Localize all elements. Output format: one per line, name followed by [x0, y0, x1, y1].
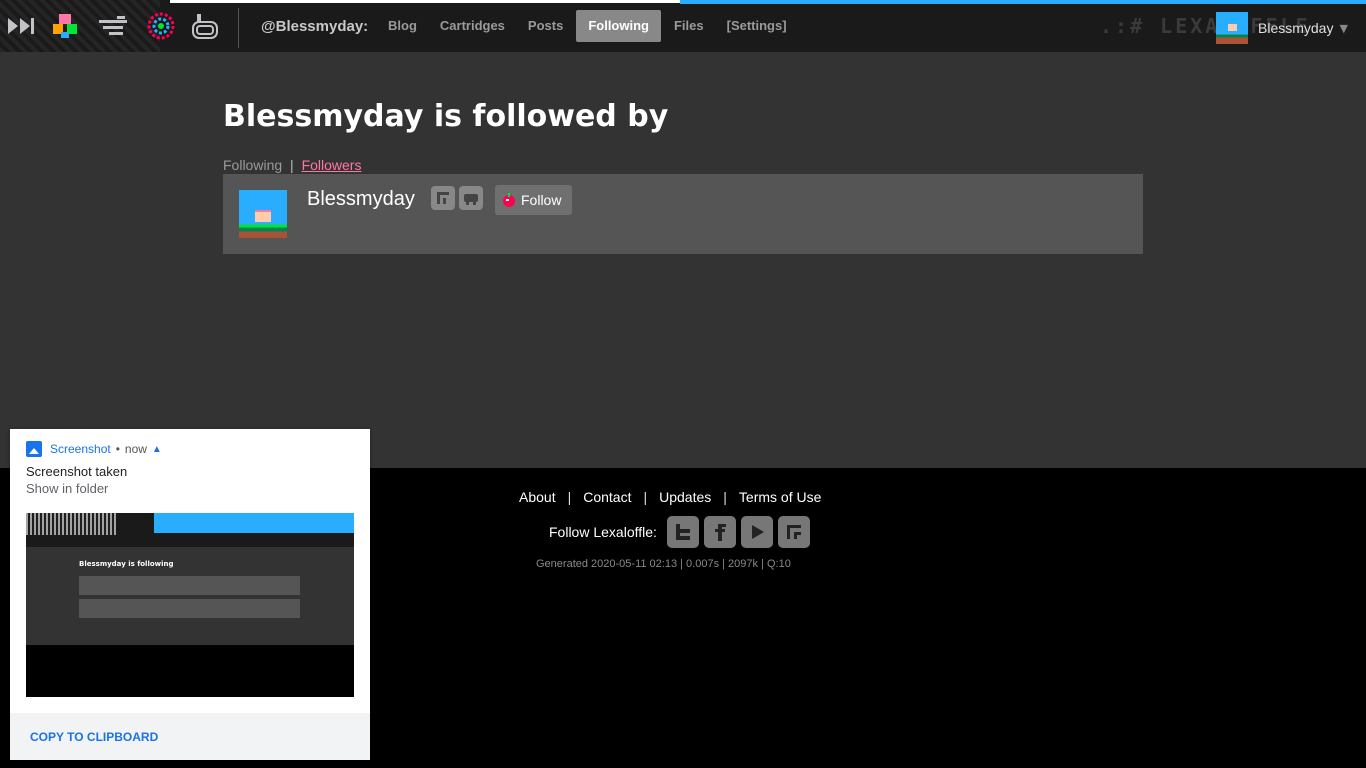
page-title: Blessmyday is followed by — [223, 99, 669, 134]
facebook-icon[interactable] — [703, 516, 736, 548]
nav-files[interactable]: Files — [664, 10, 714, 42]
follow-lexaloffle-label: Follow Lexaloffle: — [549, 524, 657, 540]
twitter-icon[interactable] — [666, 516, 699, 548]
nav-settings[interactable]: [Settings] — [717, 10, 797, 42]
footer-separator: | — [643, 489, 648, 505]
generated-info: Generated 2020-05-11 02:13 | 0.007s | 20… — [536, 558, 791, 570]
user-handle: @Blessmyday: — [261, 18, 369, 35]
notification-title: Screenshot taken — [26, 464, 128, 479]
banner-strip — [170, 0, 680, 3]
nav-posts[interactable]: Posts — [518, 10, 573, 42]
user-menu-name[interactable]: Blessmyday — [1258, 20, 1333, 36]
rss-icon[interactable] — [431, 186, 455, 210]
footer-link-terms[interactable]: Terms of Use — [739, 489, 821, 505]
tab-followers[interactable]: Followers — [302, 157, 362, 173]
show-in-folder-link[interactable]: Show in folder — [26, 481, 108, 496]
splore-logo-icon[interactable] — [144, 10, 178, 42]
thumbnail-title: Blessmyday is following — [79, 560, 174, 568]
chevron-up-icon[interactable]: ▲ — [152, 444, 162, 455]
topbar-divider — [238, 8, 239, 48]
picotron-logo-icon[interactable] — [96, 10, 130, 42]
copy-to-clipboard-button[interactable]: COPY TO CLIPBOARD — [30, 730, 158, 744]
image-icon — [26, 441, 42, 457]
screenshot-thumbnail[interactable]: Blessmyday is following — [26, 513, 354, 697]
footer-separator: | — [567, 489, 572, 505]
banner-accent-strip — [680, 0, 1366, 4]
gamepad-icon[interactable] — [459, 186, 483, 210]
screenshot-notification[interactable]: Screenshot • now ▲ Screenshot taken Show… — [10, 429, 370, 760]
voxatron-logo-icon[interactable] — [48, 10, 82, 42]
thumbnail-footer — [26, 645, 354, 697]
notification-time: now — [124, 442, 147, 456]
follow-button[interactable]: Follow — [495, 185, 572, 215]
chevron-down-icon[interactable]: ▼ — [1339, 22, 1347, 35]
avatar[interactable] — [1216, 12, 1248, 44]
follower-card: Blessmyday Follow — [223, 174, 1143, 254]
footer-link-updates[interactable]: Updates — [659, 489, 711, 505]
footer-links: About | Contact | Updates | Terms of Use — [519, 489, 821, 505]
nav-following[interactable]: Following — [576, 10, 661, 42]
top-navigation-bar: @Blessmyday: Blog Cartridges Posts Follo… — [0, 0, 1366, 52]
profile-nav: Blog Cartridges Posts Following Files [S… — [378, 10, 800, 42]
tab-following[interactable]: Following — [223, 157, 282, 173]
tab-separator: | — [290, 157, 294, 173]
follow-button-label: Follow — [521, 192, 562, 208]
pico8-logo-icon[interactable] — [4, 10, 38, 42]
social-follow-row: Follow Lexaloffle: — [549, 516, 815, 548]
notification-actions: COPY TO CLIPBOARD — [10, 713, 370, 760]
notification-app-name: Screenshot — [50, 442, 111, 456]
rss-icon[interactable] — [777, 516, 810, 548]
nav-cartridges[interactable]: Cartridges — [430, 10, 515, 42]
footer-link-contact[interactable]: Contact — [583, 489, 631, 505]
notification-header: Screenshot • now ▲ — [26, 441, 162, 457]
footer-link-about[interactable]: About — [519, 489, 556, 505]
nav-blog[interactable]: Blog — [378, 10, 427, 42]
avatar-sprite — [255, 210, 271, 222]
pocket-logo-icon[interactable] — [188, 10, 222, 42]
avatar[interactable] — [239, 190, 287, 238]
footer-separator: | — [723, 489, 727, 505]
youtube-icon[interactable] — [740, 516, 773, 548]
apple-icon — [503, 193, 515, 207]
follow-tabs: Following | Followers — [223, 157, 361, 173]
user-menu[interactable]: Blessmyday ▼ — [1216, 12, 1348, 44]
thumbnail-banner — [154, 513, 354, 533]
follower-name[interactable]: Blessmyday — [307, 188, 415, 211]
thumbnail-card — [79, 599, 300, 618]
thumbnail-pixel-art — [26, 513, 116, 535]
thumbnail-card — [79, 576, 300, 595]
notification-dot: • — [115, 442, 120, 456]
